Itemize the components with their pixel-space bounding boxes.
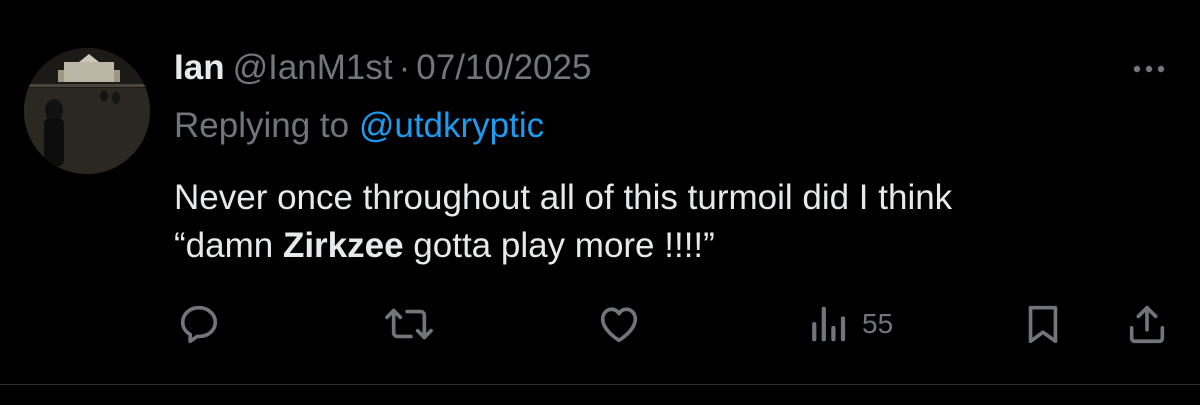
replying-to-mention[interactable]: @utdkryptic	[359, 106, 544, 145]
user-handle[interactable]: @IanM1st	[233, 48, 393, 87]
like-button[interactable]	[596, 296, 642, 352]
reply-bubble-icon	[180, 305, 218, 344]
tweet-text-line-2: “damn Zirkzee gotta play more !!!!”	[174, 222, 1174, 270]
tweet-text-line-1: Never once throughout all of this turmoi…	[174, 178, 953, 217]
views-button[interactable]: 55	[806, 296, 893, 352]
more-horizontal-icon	[1133, 65, 1165, 73]
tweet-header: Ian @IanM1st · 07/10/2025	[174, 46, 591, 90]
tweet-text-segment: gotta play more !!!!”	[403, 226, 715, 265]
bookmark-button[interactable]	[1020, 296, 1066, 352]
display-name[interactable]: Ian	[174, 48, 225, 87]
reply-button[interactable]	[176, 296, 222, 352]
avatar-photo	[24, 48, 150, 174]
more-options-button[interactable]	[1124, 52, 1174, 86]
retweet-icon	[385, 308, 433, 340]
tweet-text-segment: “damn	[174, 226, 283, 265]
replying-to-label: Replying to	[174, 106, 359, 145]
bookmark-icon	[1028, 305, 1058, 344]
separator-dot: ·	[398, 48, 411, 87]
share-button[interactable]	[1124, 296, 1170, 352]
heart-icon	[600, 307, 638, 343]
views-bar-chart-icon	[812, 306, 846, 342]
tweet-text: Never once throughout all of this turmoi…	[174, 174, 1174, 270]
avatar[interactable]	[24, 48, 150, 174]
action-bar: 55	[0, 296, 1200, 352]
share-upload-icon	[1129, 305, 1165, 344]
views-count: 55	[862, 308, 894, 339]
retweet-button[interactable]	[384, 296, 434, 352]
replying-to-line: Replying to @utdkryptic	[174, 104, 544, 148]
tweet-text-bold-name: Zirkzee	[282, 226, 404, 265]
tweet-container[interactable]: Ian @IanM1st · 07/10/2025 Replying to @utdk…	[0, 0, 1200, 385]
tweet-date[interactable]: 07/10/2025	[416, 48, 591, 87]
